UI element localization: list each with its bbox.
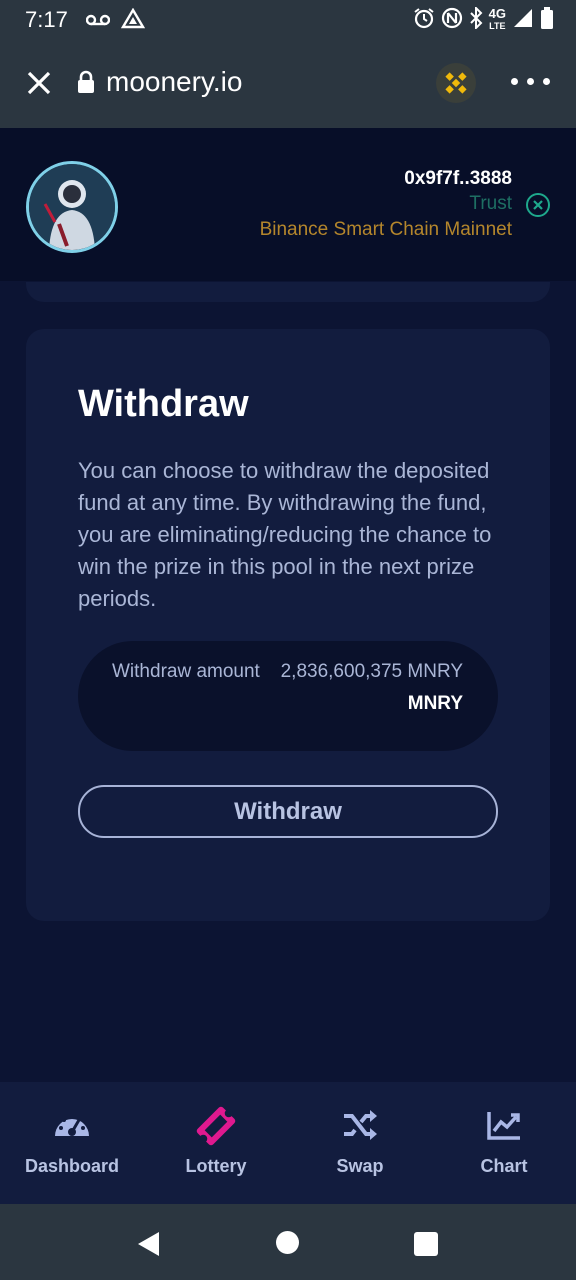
nav-label-chart: Chart xyxy=(480,1156,528,1176)
chart-line-icon xyxy=(487,1110,521,1145)
system-nav-bar xyxy=(0,1204,576,1280)
nav-label-lottery: Lottery xyxy=(185,1156,247,1176)
back-icon[interactable] xyxy=(137,1231,161,1262)
status-time: 7:17 xyxy=(25,7,68,32)
nav-item-lottery[interactable]: Lottery xyxy=(144,1082,288,1204)
withdraw-amount-unit: MNRY xyxy=(407,693,463,714)
binance-icon[interactable] xyxy=(436,63,476,103)
wallet-address: 0x9f7f..3888 xyxy=(404,168,512,189)
signal-icon xyxy=(512,7,534,34)
voicemail-icon xyxy=(85,13,111,32)
home-icon[interactable] xyxy=(276,1231,299,1254)
bottom-nav: Dashboard Lottery Swap Chart xyxy=(0,1082,576,1204)
withdraw-card: Withdraw You can choose to withdraw the … xyxy=(26,329,550,921)
withdraw-description: You can choose to withdraw the deposited… xyxy=(78,458,492,611)
drive-icon xyxy=(120,7,146,35)
more-options-icon[interactable] xyxy=(511,78,550,85)
network-type: 4G LTE xyxy=(488,6,506,32)
bluetooth-icon xyxy=(469,5,483,34)
withdraw-amount-label: Withdraw amount xyxy=(112,661,260,682)
previous-card xyxy=(26,282,550,302)
withdraw-button[interactable]: Withdraw xyxy=(78,785,498,838)
shuffle-icon xyxy=(342,1110,378,1145)
alarm-icon xyxy=(413,7,435,34)
avatar xyxy=(26,161,118,253)
gauge-icon xyxy=(53,1108,91,1145)
recents-icon[interactable] xyxy=(414,1232,438,1256)
withdraw-amount-value: 2,836,600,375 MNRY xyxy=(280,661,463,682)
ticket-icon xyxy=(194,1104,238,1153)
status-bar: 7:17 4G LTE xyxy=(0,0,576,40)
nav-item-dashboard[interactable]: Dashboard xyxy=(0,1082,144,1204)
status-icons: 4G LTE xyxy=(413,5,554,34)
nfc-icon xyxy=(441,7,463,34)
network-sub-label: LTE xyxy=(489,21,506,31)
network-type-label: 4G xyxy=(488,6,506,21)
nav-item-swap[interactable]: Swap xyxy=(288,1082,432,1204)
url-text[interactable]: moonery.io xyxy=(106,66,242,98)
disconnect-icon[interactable] xyxy=(525,192,551,223)
nav-item-chart[interactable]: Chart xyxy=(432,1082,576,1204)
nav-label-dashboard: Dashboard xyxy=(24,1156,120,1176)
close-icon[interactable] xyxy=(26,70,52,101)
browser-bar: moonery.io xyxy=(0,40,576,128)
withdraw-title: Withdraw xyxy=(78,383,249,425)
lock-icon xyxy=(77,70,95,99)
network-name: Binance Smart Chain Mainnet xyxy=(259,219,512,240)
battery-icon xyxy=(540,6,554,34)
wallet-name: Trust xyxy=(469,193,512,214)
nav-label-swap: Swap xyxy=(336,1156,384,1176)
withdraw-amount-box[interactable]: Withdraw amount 2,836,600,375 MNRY MNRY xyxy=(78,641,498,751)
app-header: 0x9f7f..3888 Trust Binance Smart Chain M… xyxy=(0,128,576,281)
